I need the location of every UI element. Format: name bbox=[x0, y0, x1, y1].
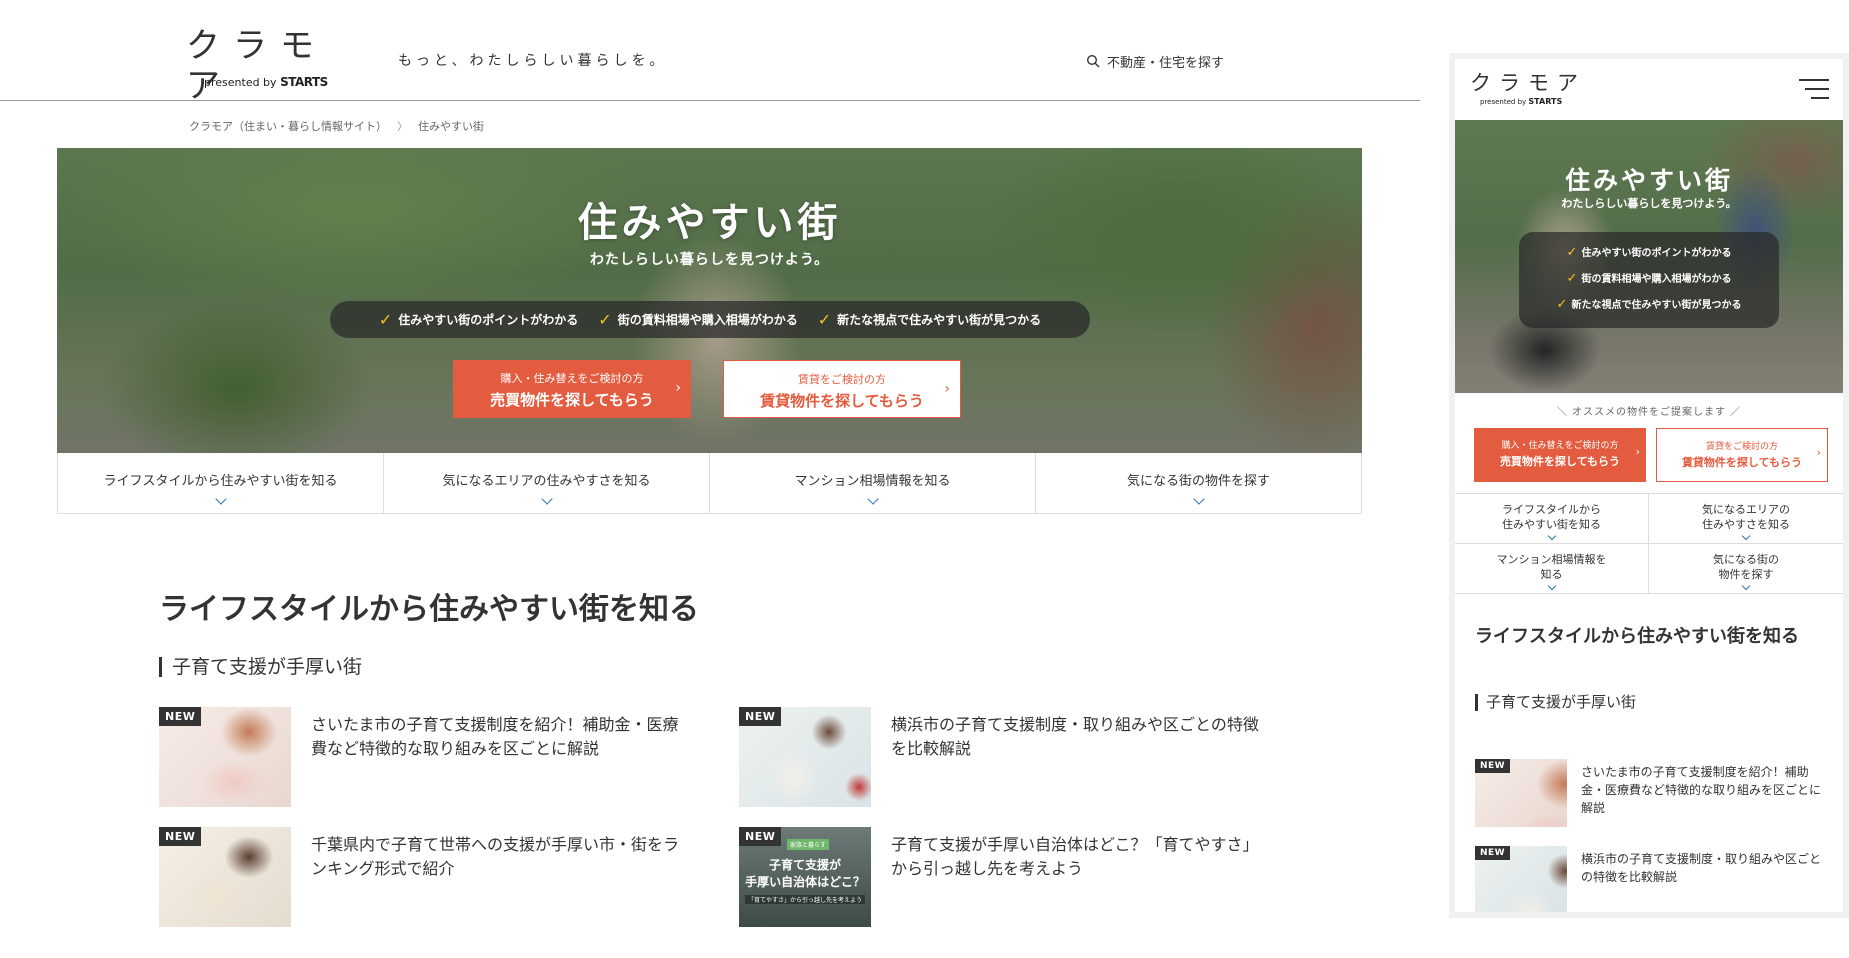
thumbnail-title: 子育て支援が 手厚い自治体はどこ？ bbox=[745, 858, 865, 889]
nav-item-mansion-price[interactable]: マンション相場情報を 知る bbox=[1455, 544, 1649, 594]
site-logo[interactable]: クラモア presented by STARTS bbox=[186, 26, 366, 106]
hero-title: 住みやすい街 bbox=[1564, 166, 1733, 195]
hero-point: ✓ 新たな視点で住みやすい街が見つかる bbox=[1556, 297, 1742, 312]
article-title: さいたま市の子育て支援制度を紹介！補助金・医療費など特徴的な取り組みを区ごとに解… bbox=[1581, 765, 1822, 815]
desktop-view: クラモア presented by STARTS もっと、わたしらしい暮らしを。… bbox=[0, 0, 1420, 958]
nav-item-mansion-price[interactable]: マンション相場情報を知る bbox=[710, 453, 1036, 513]
chevron-down-icon bbox=[1192, 493, 1205, 505]
check-icon: ✓ bbox=[378, 310, 393, 329]
nav-item-lifestyle[interactable]: ライフスタイルから 住みやすい街を知る bbox=[1455, 494, 1649, 544]
article-title: 千葉県内で子育て世帯への支援が手厚い市・街をランキング形式で紹介 bbox=[311, 835, 680, 878]
article-title: 子育て支援が手厚い自治体はどこ？「育てやすさ」から引っ越し先を考えよう bbox=[891, 835, 1259, 878]
article-title: 横浜市の子育て支援制度・取り組みや区ごとの特徴を比較解説 bbox=[891, 715, 1259, 758]
thumbnail-caption: 「育てやすさ」から引っ越し先を考えよう bbox=[745, 895, 865, 904]
article-thumbnail: 家族と暮らす 子育て支援が 手厚い自治体はどこ？ 「育てやすさ」から引っ越し先を… bbox=[739, 827, 871, 927]
breadcrumb: クラモア（住まい・暮らし情報サイト） 〉 住みやすい街 bbox=[189, 118, 484, 134]
section-title: ライフスタイルから住みやすい街を知る bbox=[159, 592, 699, 627]
rent-property-button[interactable]: 賃貸をご検討の方 賃貸物件を探してもらう › bbox=[723, 360, 961, 418]
subsection-title: 子育て支援が手厚い街 bbox=[1475, 694, 1636, 711]
chevron-down-icon bbox=[1547, 531, 1556, 541]
logo-text: クラモア bbox=[1470, 71, 1586, 95]
new-badge: NEW bbox=[159, 707, 202, 726]
section-title: ライフスタイルから住みやすい街を知る bbox=[1475, 626, 1799, 647]
site-logo[interactable]: クラモア presented by STARTS bbox=[1470, 71, 1586, 106]
starts-logo: STARTS bbox=[280, 75, 328, 89]
check-icon: ✓ bbox=[1566, 271, 1578, 286]
new-badge: NEW bbox=[1475, 759, 1511, 773]
hero-point: ✓ 街の賃料相場や購入相場がわかる bbox=[1566, 271, 1732, 286]
nav-item-property-search[interactable]: 気になる街の物件を探す bbox=[1036, 453, 1361, 513]
article-thumbnail: NEW bbox=[1475, 846, 1567, 912]
article-title: さいたま市の子育て支援制度を紹介！補助金・医療費など特徴的な取り組みを区ごとに解… bbox=[311, 715, 679, 758]
nav-item-lifestyle[interactable]: ライフスタイルから住みやすい街を知る bbox=[58, 453, 384, 513]
chevron-right-icon: › bbox=[944, 381, 950, 397]
article-thumbnail: NEW bbox=[739, 707, 871, 807]
buy-property-button[interactable]: 購入・住み替えをご検討の方 売買物件を探してもらう › bbox=[1474, 428, 1646, 482]
hero-point: ✓ 街の賃料相場や購入相場がわかる bbox=[598, 310, 798, 329]
new-badge: NEW bbox=[739, 827, 782, 846]
nav-item-area[interactable]: 気になるエリアの住みやすさを知る bbox=[384, 453, 710, 513]
new-badge: NEW bbox=[159, 827, 202, 846]
nav-item-property-search[interactable]: 気になる街の 物件を探す bbox=[1649, 544, 1843, 594]
article-card[interactable]: 家族と暮らす 子育て支援が 手厚い自治体はどこ？ 「育てやすさ」から引っ越し先を… bbox=[739, 827, 1259, 927]
article-title: 横浜市の子育て支援制度・取り組みや区ごとの特徴を比較解説 bbox=[1581, 852, 1822, 884]
new-badge: NEW bbox=[739, 707, 782, 726]
presented-by: presented by STARTS bbox=[1480, 97, 1563, 106]
hero-points: ✓ 住みやすい街のポイントがわかる ✓ 街の賃料相場や購入相場がわかる ✓ 新たな視点… bbox=[1519, 232, 1779, 328]
hero-subtitle: わたしらしい暮らしを見つけよう。 bbox=[589, 252, 830, 268]
article-card[interactable]: NEW さいたま市の子育て支援制度を紹介！補助金・医療費など特徴的な取り組みを区… bbox=[1475, 759, 1825, 827]
chevron-down-icon bbox=[866, 493, 879, 505]
article-thumbnail: NEW bbox=[1475, 759, 1567, 827]
hero-banner: 住みやすい街 わたしらしい暮らしを見つけよう。 ✓ 住みやすい街のポイントがわかる… bbox=[1455, 120, 1843, 393]
check-icon: ✓ bbox=[1566, 245, 1578, 260]
chevron-down-icon bbox=[214, 493, 227, 505]
article-thumbnail: NEW bbox=[159, 707, 291, 807]
article-card[interactable]: NEW 横浜市の子育て支援制度・取り組みや区ごとの特徴を比較解説 bbox=[739, 707, 1259, 807]
logo-text: クラモア bbox=[186, 26, 327, 106]
chevron-right-icon: › bbox=[1816, 446, 1821, 459]
buy-property-button[interactable]: 購入・住み替えをご検討の方 売買物件を探してもらう › bbox=[453, 360, 691, 418]
check-icon: ✓ bbox=[1556, 297, 1568, 312]
hero-banner: 住みやすい街 わたしらしい暮らしを見つけよう。 ✓ 住みやすい街のポイントがわか… bbox=[57, 148, 1362, 453]
site-tagline: もっと、わたしらしい暮らしを。 bbox=[398, 53, 668, 69]
starts-logo: STARTS bbox=[1528, 97, 1563, 106]
breadcrumb-home[interactable]: クラモア（住まい・暮らし情報サイト） bbox=[189, 118, 387, 134]
article-card[interactable]: NEW さいたま市の子育て支援制度を紹介！補助金・医療費など特徴的な取り組みを区… bbox=[159, 707, 679, 807]
hero-subtitle: わたしらしい暮らしを見つけよう。 bbox=[1561, 197, 1737, 210]
nav-item-area[interactable]: 気になるエリアの 住みやすさを知る bbox=[1649, 494, 1843, 544]
thumbnail-tag: 家族と暮らす bbox=[787, 839, 829, 850]
search-link[interactable]: 不動産・住宅を探す bbox=[1086, 52, 1225, 71]
hero-point: ✓ 住みやすい街のポイントがわかる bbox=[378, 310, 579, 329]
chevron-down-icon bbox=[1547, 581, 1556, 591]
check-icon: ✓ bbox=[598, 310, 612, 329]
recommend-text: ＼ オススメの物件をご提案します ／ bbox=[1556, 407, 1742, 418]
mobile-header: クラモア presented by STARTS bbox=[1455, 59, 1843, 120]
rent-property-button[interactable]: 賃貸をご検討の方 賃貸物件を探してもらう › bbox=[1656, 428, 1828, 482]
chevron-down-icon bbox=[1741, 581, 1751, 591]
check-icon: ✓ bbox=[817, 310, 832, 329]
hero-title: 住みやすい街 bbox=[577, 200, 842, 246]
chevron-down-icon bbox=[540, 493, 553, 505]
search-label: 不動産・住宅を探す bbox=[1107, 55, 1225, 71]
article-thumbnail: NEW bbox=[159, 827, 291, 927]
breadcrumb-current: 住みやすい街 bbox=[418, 120, 484, 133]
subsection-title: 子育て支援が手厚い街 bbox=[159, 657, 362, 677]
hero-points: ✓ 住みやすい街のポイントがわかる ✓ 街の賃料相場や購入相場がわかる ✓ 新た… bbox=[330, 301, 1090, 338]
breadcrumb-separator: 〉 bbox=[397, 120, 408, 133]
article-card[interactable]: NEW 千葉県内で子育て世帯への支援が手厚い市・街をランキング形式で紹介 bbox=[159, 827, 679, 927]
anchor-nav: ライフスタイルから住みやすい街を知る 気になるエリアの住みやすさを知る マンショ… bbox=[57, 453, 1362, 514]
presented-by: presented by STARTS bbox=[204, 75, 328, 89]
chevron-right-icon: › bbox=[675, 380, 681, 396]
anchor-nav: ライフスタイルから 住みやすい街を知る 気になるエリアの 住みやすさを知る マン… bbox=[1455, 493, 1843, 594]
chevron-right-icon: › bbox=[1635, 445, 1640, 458]
chevron-down-icon bbox=[1741, 531, 1751, 541]
new-badge: NEW bbox=[1475, 846, 1511, 860]
hero-point: ✓ 住みやすい街のポイントがわかる bbox=[1566, 245, 1732, 260]
hamburger-menu-icon[interactable] bbox=[1799, 79, 1829, 101]
hero-point: ✓ 新たな視点で住みやすい街が見つかる bbox=[817, 310, 1042, 329]
mobile-view: クラモア presented by STARTS 住みやすい街 わたしらしい暮ら… bbox=[1449, 53, 1849, 918]
site-header: クラモア presented by STARTS もっと、わたしらしい暮らしを。… bbox=[0, 0, 1420, 106]
article-card[interactable]: NEW 横浜市の子育て支援制度・取り組みや区ごとの特徴を比較解説 bbox=[1475, 846, 1825, 912]
search-icon bbox=[1086, 54, 1100, 68]
